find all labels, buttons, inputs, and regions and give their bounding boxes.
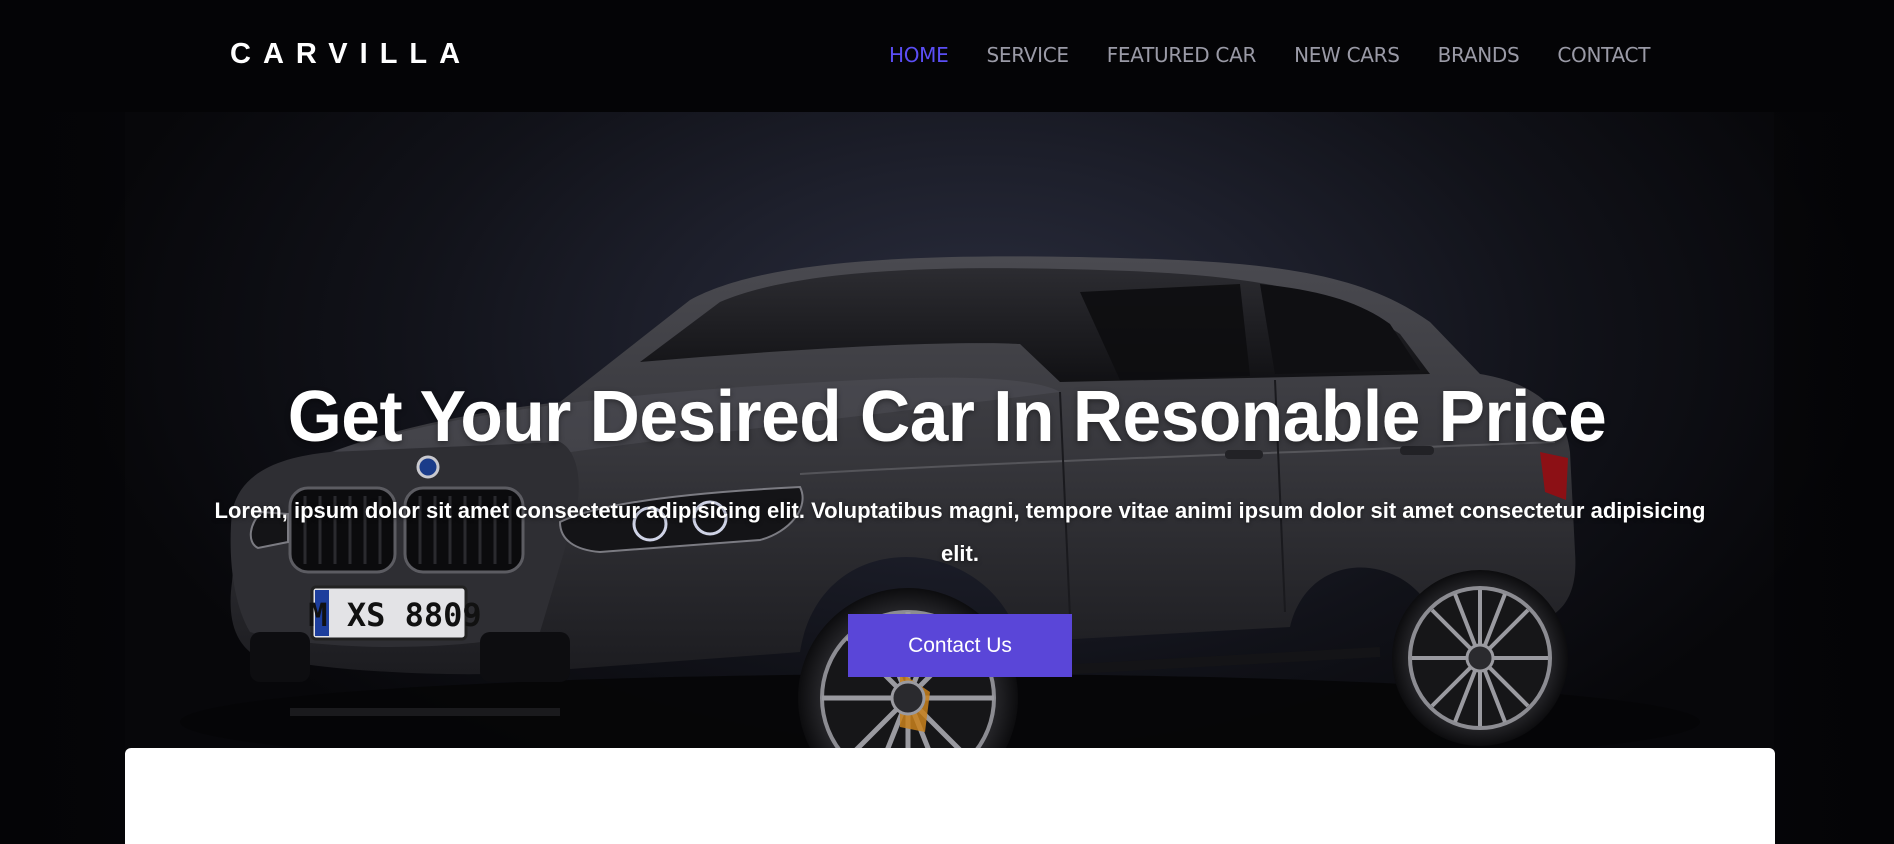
navbar: CARVILLA HOME SERVICE FEATURED CAR NEW C… <box>0 0 1894 112</box>
nav-item-contact[interactable]: CONTACT <box>1557 40 1650 70</box>
nav-item-brands[interactable]: BRANDS <box>1438 40 1520 70</box>
rear-wheel <box>1392 570 1568 746</box>
intake-left <box>250 632 310 682</box>
nav-item-service[interactable]: SERVICE <box>986 40 1069 70</box>
nav-item-home[interactable]: HOME <box>889 40 949 70</box>
intake-right <box>480 632 570 682</box>
license-plate-text: M XS 8809 <box>308 596 481 634</box>
page: CARVILLA HOME SERVICE FEATURED CAR NEW C… <box>0 0 1894 844</box>
hero-vignette-right <box>1774 112 1894 844</box>
contact-us-button[interactable]: Contact Us <box>848 614 1072 677</box>
nav-item-new-cars[interactable]: NEW CARS <box>1294 40 1400 70</box>
side-skirt <box>1019 647 1381 677</box>
hero-vignette-left <box>0 112 125 844</box>
car-hero-image: M XS 8809 <box>180 256 1700 808</box>
nav-item-featured-car[interactable]: FEATURED CAR <box>1107 40 1257 70</box>
hero-title: Get Your Desired Car In Resonable Price <box>287 377 1607 458</box>
hero-section: M XS 8809 Get Your Desired Car In Resona… <box>0 112 1894 844</box>
hero-subtitle: Lorem, ipsum dolor sit amet consectetur … <box>214 498 1706 566</box>
main-nav: HOME SERVICE FEATURED CAR NEW CARS BRAND… <box>889 40 1650 70</box>
brand-logo[interactable]: CARVILLA <box>230 38 472 70</box>
search-card <box>125 748 1775 844</box>
license-plate: M XS 8809 <box>308 585 482 641</box>
